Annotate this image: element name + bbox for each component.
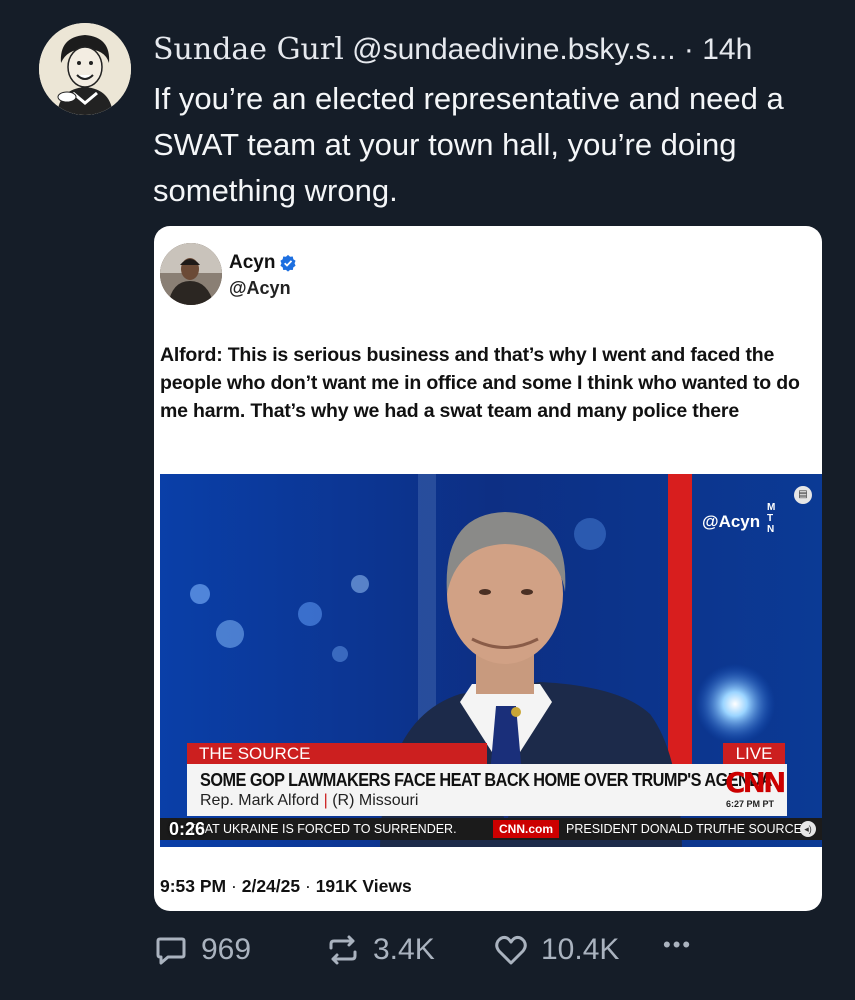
verified-badge-icon <box>280 254 297 272</box>
like-count: 10.4K <box>541 933 620 966</box>
views-count: 191K <box>315 876 358 896</box>
ticker-text-2: PRESIDENT DONALD TRU <box>566 822 722 836</box>
captions-icon[interactable]: ▤ <box>794 486 812 504</box>
watermark-handle: @Acyn <box>702 512 761 531</box>
headline: SOME GOP LAWMAKERS FACE HEAT BACK HOME O… <box>200 769 772 790</box>
mute-icon[interactable]: ◂) <box>800 821 816 837</box>
quoted-post-meta: 9:53 PM · 2/24/25 · 191K Views <box>160 876 412 896</box>
lower-third: SOME GOP LAWMAKERS FACE HEAT BACK HOME O… <box>187 764 787 816</box>
broadcast-clock: 6:27 PM PT <box>726 799 775 809</box>
live-label: LIVE <box>723 743 785 764</box>
heart-icon <box>495 935 527 965</box>
video-elapsed-time: 0:26 <box>169 819 206 839</box>
mtn-logo: M T N <box>767 502 776 535</box>
quoted-author-avatar[interactable] <box>160 243 222 305</box>
ticker-text-1: THAT UKRAINE IS FORCED TO SURRENDER. <box>188 822 457 836</box>
repost-count: 3.4K <box>373 933 435 966</box>
ticker-show: THE SOURCE <box>720 822 802 836</box>
guest-name: Rep. Mark Alford <box>200 792 320 809</box>
author-name[interactable]: Sundae Gurl <box>153 32 344 67</box>
watermark: @Acyn <box>702 512 760 532</box>
reply-button[interactable]: 969 <box>153 932 251 968</box>
like-button[interactable]: 10.4K <box>493 932 619 968</box>
more-icon: ••• <box>663 932 693 957</box>
ticker: THAT UKRAINE IS FORCED TO SURRENDER. CNN… <box>160 818 822 840</box>
quoted-post-card[interactable]: Acyn @Acyn Alford: This is serious busin… <box>154 226 822 911</box>
post-text: If you’re an elected representative and … <box>153 81 784 208</box>
more-options-button[interactable]: ••• <box>663 932 692 958</box>
repost-icon <box>329 935 357 965</box>
guest-party: (R) Missouri <box>332 792 419 809</box>
author-handle[interactable]: @sundaedivine.bsky.s... <box>352 33 675 66</box>
reply-count: 969 <box>201 933 252 966</box>
quoted-author-name-row: Acyn <box>229 252 297 274</box>
show-label: THE SOURCE <box>187 743 487 764</box>
quoted-author-name[interactable]: Acyn <box>229 252 275 274</box>
quoted-post-date: 2/24/25 <box>241 876 301 896</box>
post-header: Sundae Gurl @sundaedivine.bsky.s... · 14… <box>153 32 833 67</box>
quoted-post-time: 9:53 PM <box>160 876 227 896</box>
reply-icon <box>156 937 186 965</box>
video-player[interactable]: @Acyn M T N ▤ THE SOURCE LIVE SOME GOP L… <box>160 474 822 847</box>
quoted-author-handle[interactable]: @Acyn <box>229 278 291 299</box>
views-label: Views <box>362 876 412 896</box>
post-timestamp[interactable]: · 14h <box>684 33 752 66</box>
repost-button[interactable]: 3.4K <box>325 932 435 968</box>
guest-caption: Rep. Mark Alford | (R) Missouri <box>200 792 419 809</box>
ticker-site: CNN.com <box>493 820 560 838</box>
quoted-post-text: Alford: This is serious business and tha… <box>160 344 800 422</box>
action-bar: 969 3.4K 10.4K ••• <box>153 932 713 972</box>
author-avatar[interactable] <box>39 23 131 115</box>
network-logo: CNN <box>725 766 786 799</box>
